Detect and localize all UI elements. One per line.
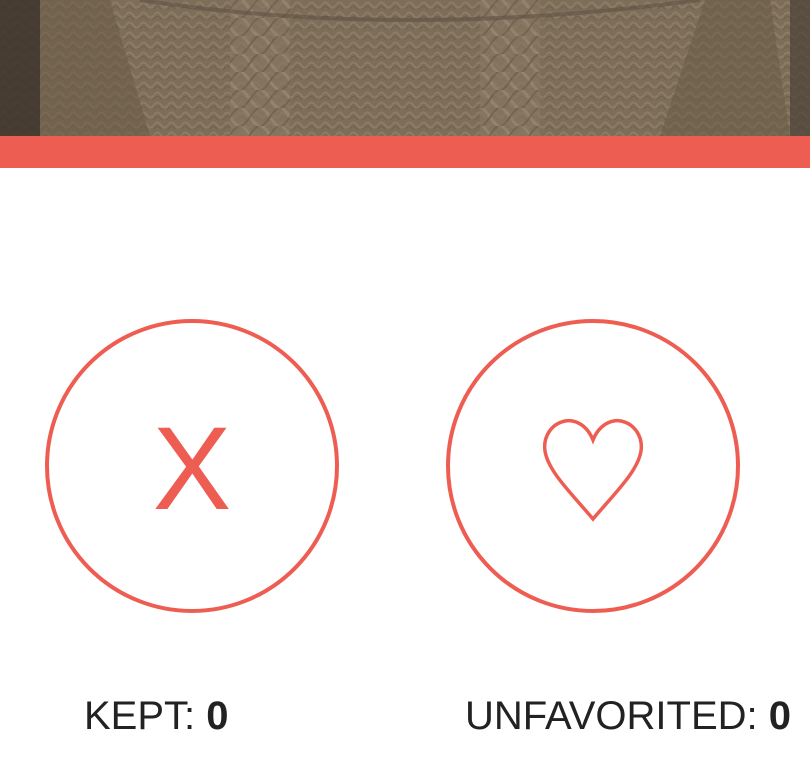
unfavorited-count: 0: [768, 694, 791, 738]
unfavorited-counter: UNFAVORITED: 0: [465, 694, 791, 738]
favorite-button[interactable]: [446, 319, 740, 613]
heart-icon: [542, 418, 644, 522]
unfavorited-label: UNFAVORITED:: [465, 694, 769, 738]
kept-label: KEPT:: [84, 694, 207, 738]
accent-bar: [0, 136, 810, 168]
kept-counter: KEPT: 0: [84, 694, 229, 738]
x-icon: X: [152, 403, 232, 535]
kept-count: 0: [206, 694, 229, 738]
reject-button[interactable]: X: [45, 319, 339, 613]
profile-photo: [0, 0, 810, 136]
